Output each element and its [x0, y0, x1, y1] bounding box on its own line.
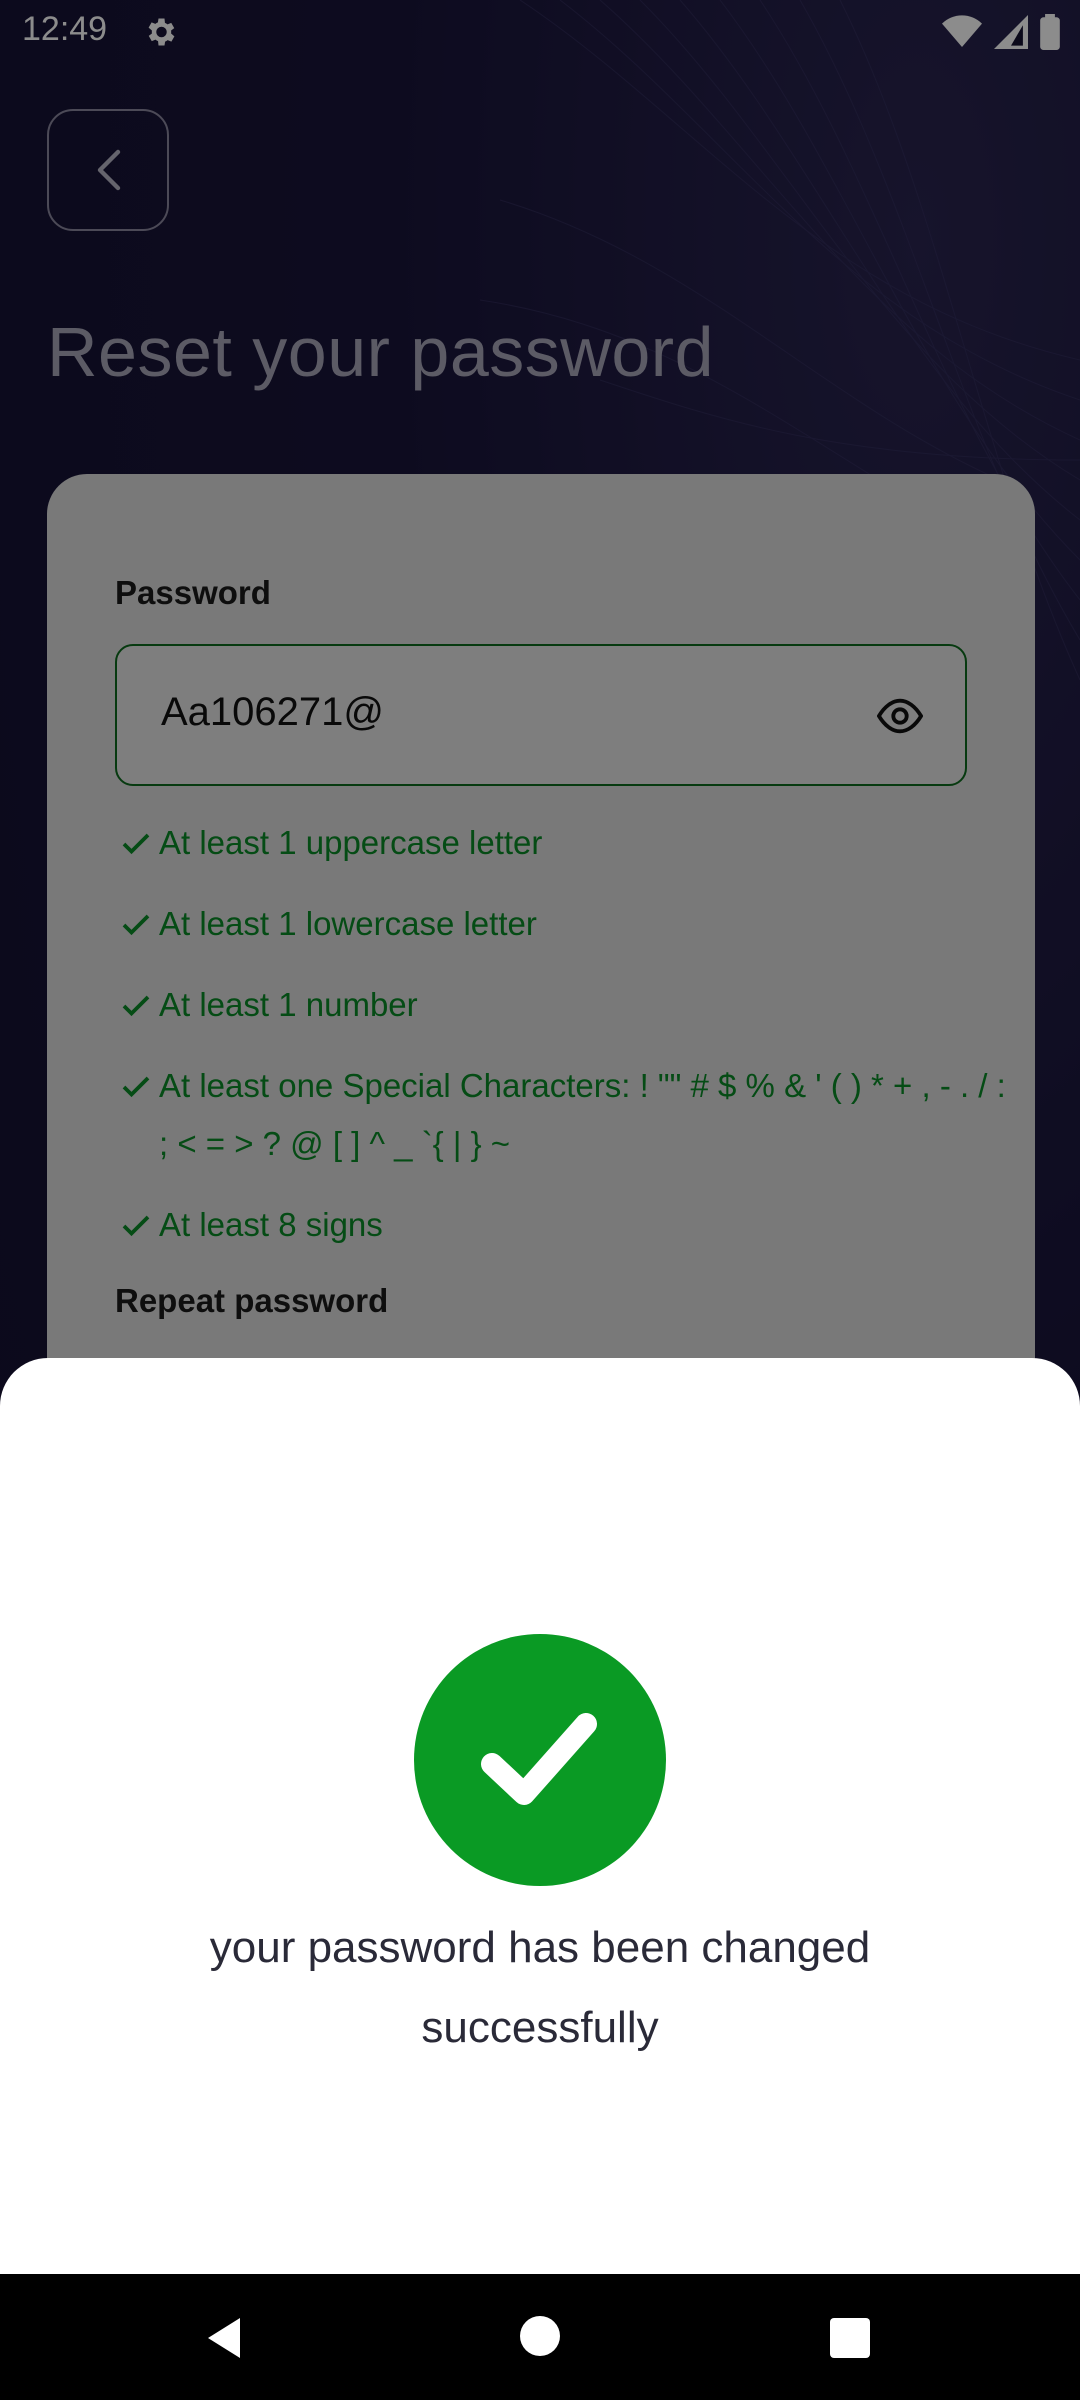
nav-home-icon[interactable] — [520, 2316, 560, 2356]
checkmark-icon — [481, 1713, 597, 1805]
success-message-line2: successfully — [421, 2003, 659, 2052]
reset-password-screen: 12:49 Reset your password Password Aa106… — [0, 0, 1080, 2400]
success-message: your password has been changed successfu… — [0, 1908, 1080, 2068]
nav-back-icon[interactable] — [200, 2314, 248, 2362]
nav-recents-icon[interactable] — [830, 2318, 870, 2358]
success-check-icon — [414, 1634, 666, 1886]
success-bottom-sheet: your password has been changed successfu… — [0, 1358, 1080, 2274]
system-navigation-bar — [0, 2274, 1080, 2400]
success-message-line1: your password has been changed — [209, 1923, 871, 1972]
